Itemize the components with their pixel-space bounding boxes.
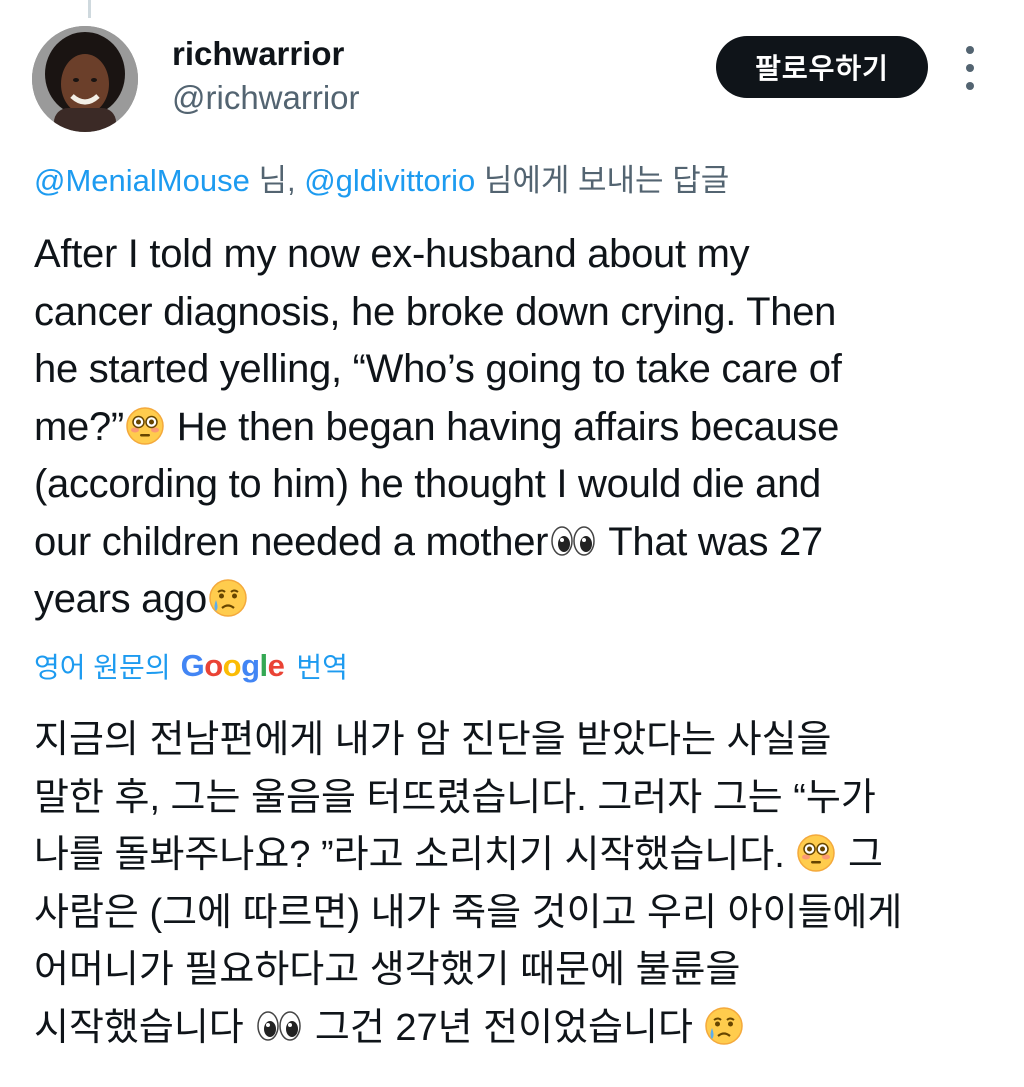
tweet-segment: years ago xyxy=(34,577,207,621)
google-logo: Google xyxy=(180,648,285,683)
tweet-segment: That was 27 xyxy=(598,519,823,564)
tweet-segment: me?” xyxy=(34,404,124,449)
tweet-line: he started yelling, “Who’s going to take… xyxy=(34,347,842,391)
author-display-name[interactable]: richwarrior xyxy=(172,34,344,74)
tweet-line: After I told my now ex-husband about my xyxy=(34,232,750,276)
reply-context: @MenialMouse 님, @gldivittorio 님에게 보내는 답글 xyxy=(34,160,729,202)
eyes-icon xyxy=(257,1010,302,1041)
translation-line: 어머니가 필요하다고 생각했기 때문에 불륜을 xyxy=(34,949,741,991)
eyes-icon xyxy=(551,525,595,556)
translation-line: 사람은 (그에 따르면) 내가 죽을 것이고 우리 아이들에게 xyxy=(34,891,903,934)
translated-text: 지금의 전남편에게 내가 암 진단을 받았다는 사실을 말한 후, 그는 울음을… xyxy=(34,712,994,1057)
author-handle[interactable]: @richwarrior xyxy=(172,78,360,118)
translation-segment: 나를 돌봐주나요? ”라고 소리치기 시작했습니다. xyxy=(34,834,796,876)
tweet-segment: our children needed a mother xyxy=(34,519,549,564)
translate-suffix: 번역 xyxy=(296,652,348,683)
translation-line: 시작했습니다 그건 27년 전이었습니다 xyxy=(34,1000,994,1058)
crying-face-icon xyxy=(705,1006,744,1045)
reply-context-text: 님, xyxy=(249,163,305,198)
translation-line: 지금의 전남편에게 내가 암 진단을 받았다는 사실을 xyxy=(34,719,832,761)
translation-segment: 그 xyxy=(837,834,883,876)
translation-line: 나를 돌봐주나요? ”라고 소리치기 시작했습니다. 그 xyxy=(34,827,994,885)
profile-photo-icon xyxy=(32,26,138,132)
dot xyxy=(966,64,974,72)
flushed-face-icon xyxy=(126,406,164,445)
dot xyxy=(966,46,974,54)
translation-segment: 그건 27년 전이었습니다 xyxy=(304,1006,704,1049)
tweet-segment: He then began having affairs because xyxy=(165,404,840,449)
dot xyxy=(966,82,974,90)
thread-connector-line xyxy=(88,0,91,18)
tweet-text: After I told my now ex-husband about my … xyxy=(34,226,994,629)
tweet-line: cancer diagnosis, he broke down crying. … xyxy=(34,289,837,334)
flushed-face-icon xyxy=(797,834,836,872)
crying-face-icon xyxy=(209,579,247,617)
translation-line: 말한 후, 그는 울음을 터뜨렸습니다. 그러자 그는 “누가 xyxy=(34,776,876,819)
follow-button[interactable]: 팔로우하기 xyxy=(716,36,928,98)
tweet-line: years ago xyxy=(34,571,994,629)
mention-link[interactable]: @gldivittorio xyxy=(304,163,475,198)
more-options-icon[interactable] xyxy=(958,46,982,90)
avatar[interactable] xyxy=(32,26,138,132)
tweet-line: our children needed a mother That was 27 xyxy=(34,514,994,572)
tweet-line: me?” He then began having affairs becaus… xyxy=(34,399,994,457)
translate-prefix: 영어 원문의 xyxy=(34,652,171,683)
mention-link[interactable]: @MenialMouse xyxy=(34,163,250,198)
translate-attribution[interactable]: 영어 원문의 Google 번역 xyxy=(34,644,348,688)
reply-context-text: 님에게 보내는 답글 xyxy=(475,163,730,198)
translation-segment: 시작했습니다 xyxy=(34,1006,255,1049)
tweet-line: (according to him) he thought I would di… xyxy=(34,462,821,506)
